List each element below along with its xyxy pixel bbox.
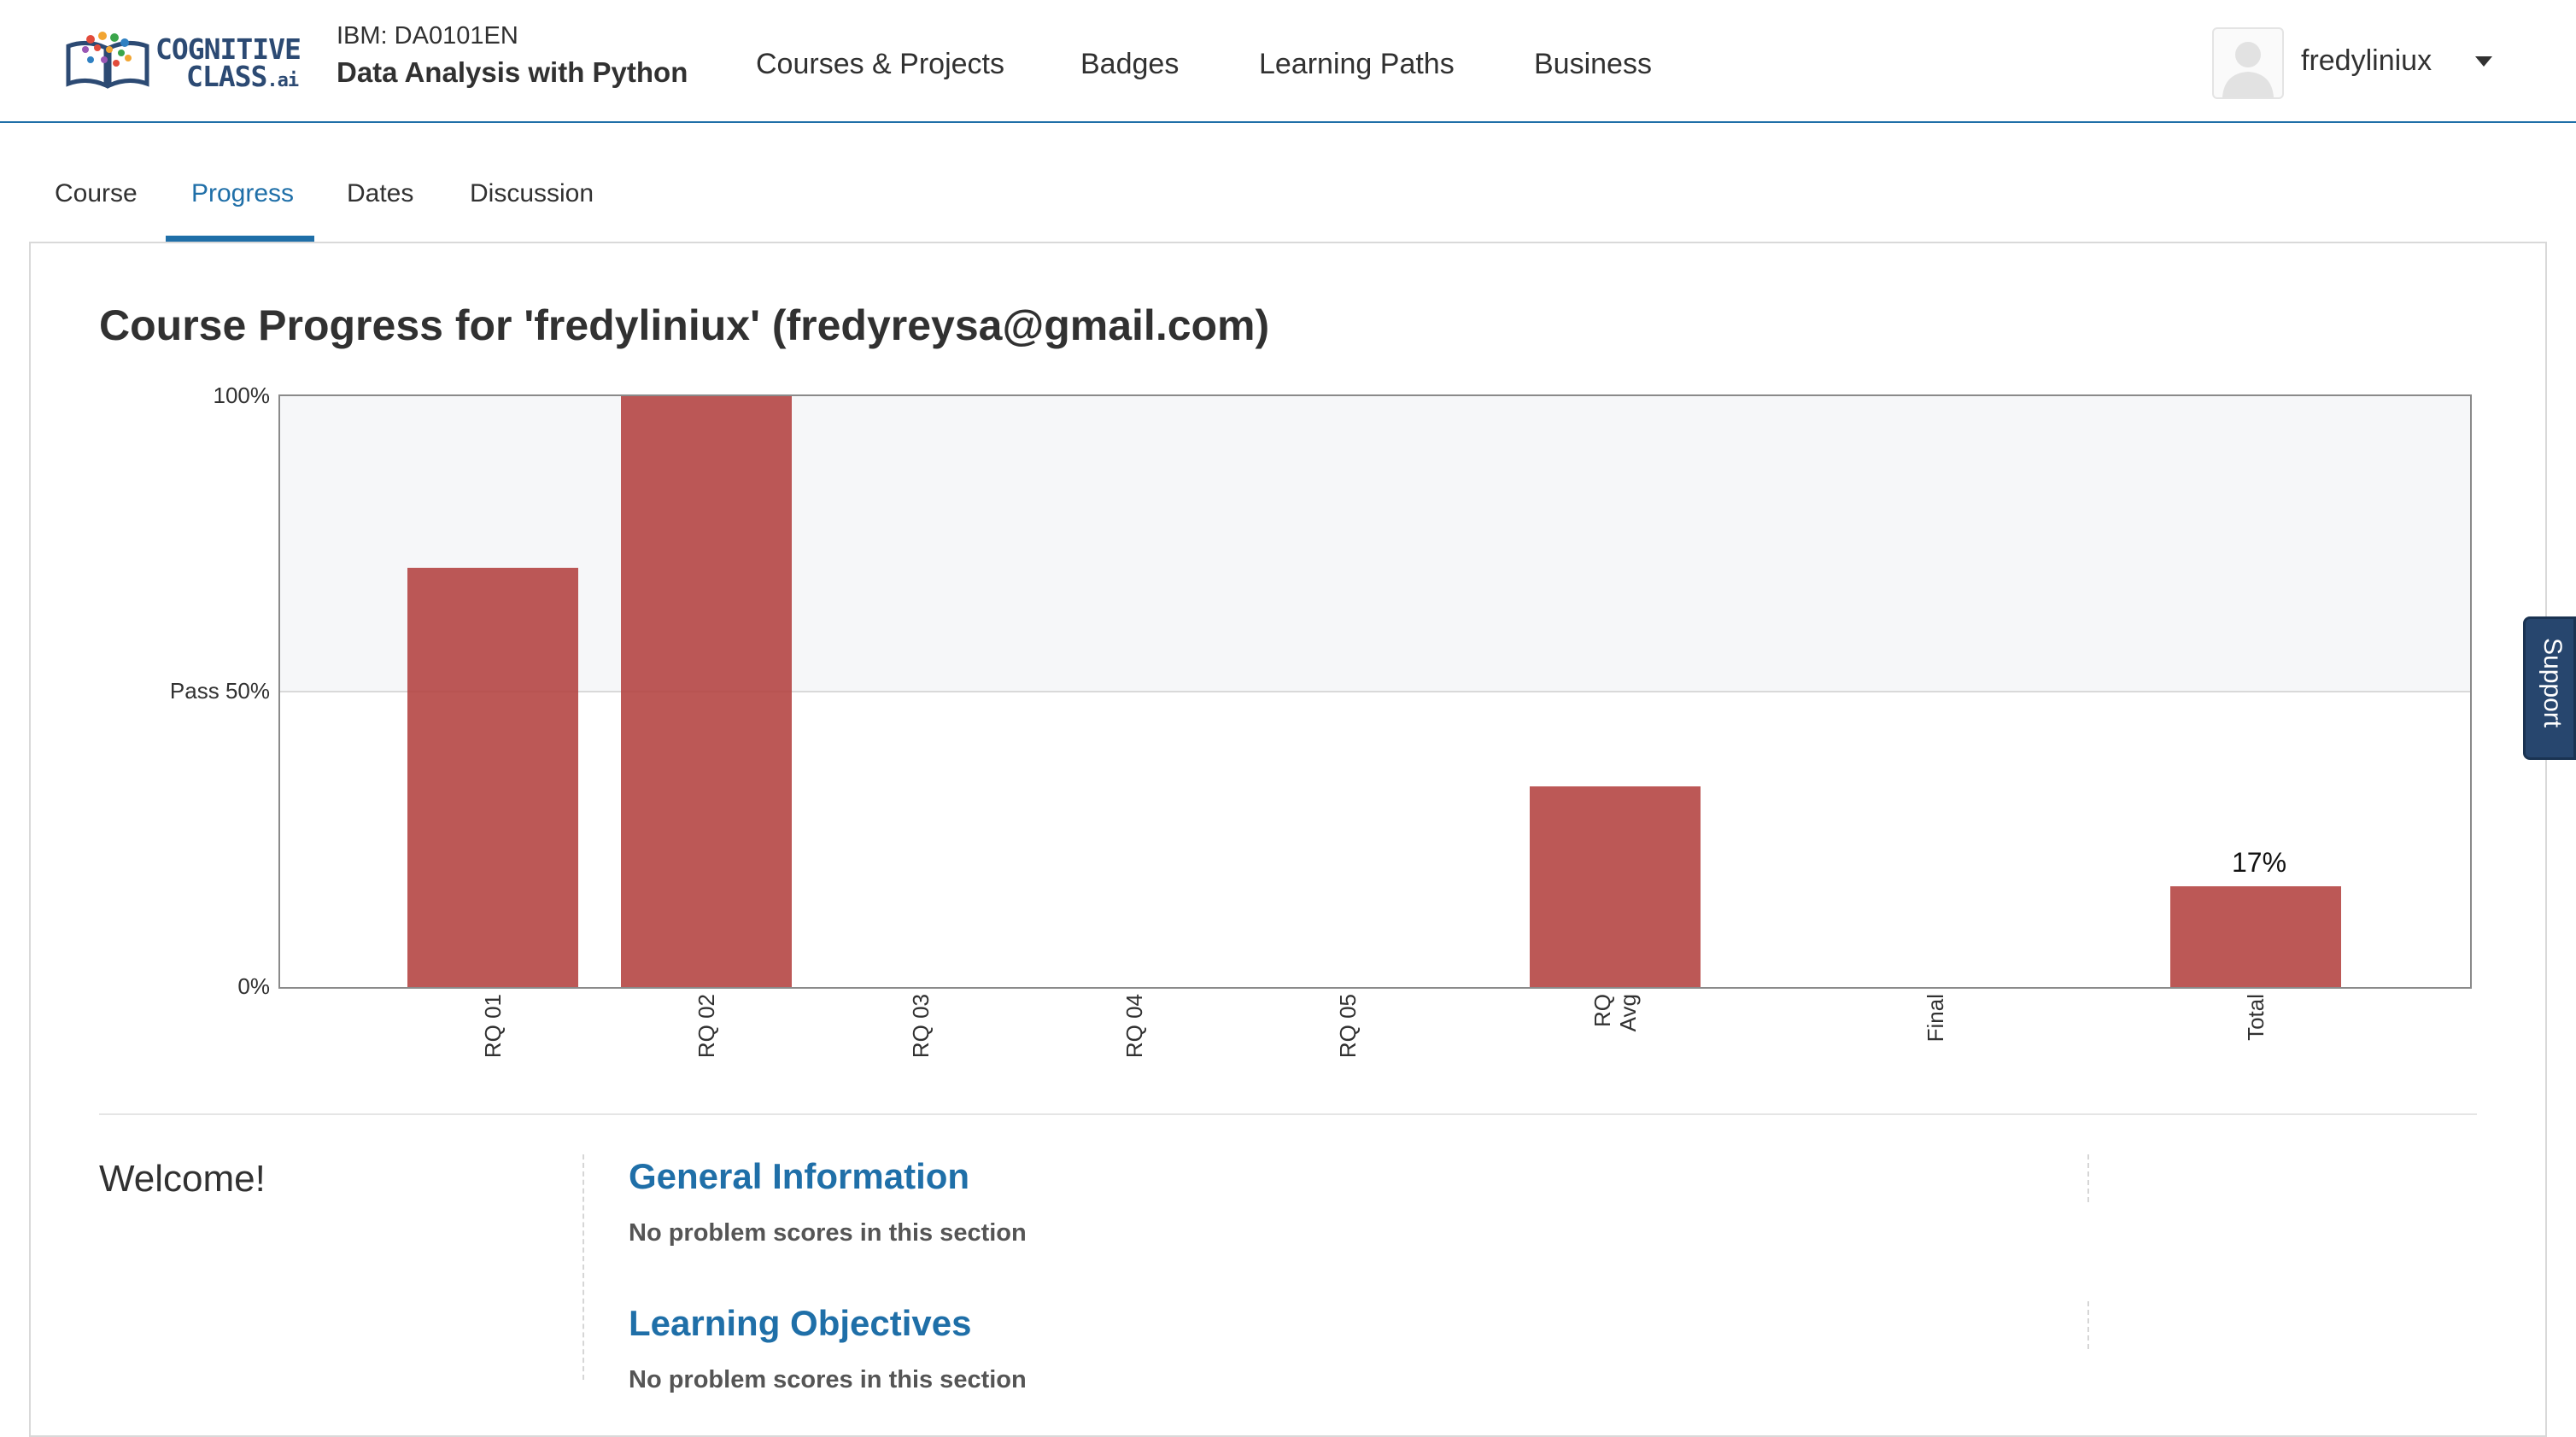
x-tick-label: RQ 05 bbox=[1335, 994, 1361, 1059]
section-title-learning-objectives[interactable]: Learning Objectives bbox=[629, 1303, 971, 1344]
nav-business[interactable]: Business bbox=[1534, 48, 1652, 81]
chart-bar bbox=[1530, 786, 1701, 987]
chart-bar bbox=[2170, 886, 2341, 987]
user-silhouette-icon bbox=[2222, 42, 2274, 97]
chevron-down-icon[interactable] bbox=[2475, 56, 2492, 67]
section-note: No problem scores in this section bbox=[629, 1219, 1027, 1247]
x-tick-label: Final bbox=[1923, 994, 1948, 1043]
logo-wordmark: COGNITIVE CLASS.ai bbox=[155, 35, 302, 95]
cognitive-class-logo[interactable]: COGNITIVE CLASS.ai bbox=[65, 31, 302, 95]
chart-pass-band bbox=[280, 396, 2470, 692]
tab-course[interactable]: Course bbox=[55, 179, 138, 208]
tab-discussion[interactable]: Discussion bbox=[470, 179, 594, 208]
tab-progress[interactable]: Progress bbox=[191, 179, 294, 208]
section-right-border-2 bbox=[2087, 1301, 2089, 1349]
avatar[interactable] bbox=[2212, 27, 2284, 99]
bar-value-label: 17% bbox=[2231, 847, 2287, 879]
course-name: Data Analysis with Python bbox=[337, 56, 688, 88]
pass-gridline bbox=[280, 691, 2470, 692]
section-title-general-information[interactable]: General Information bbox=[629, 1156, 969, 1197]
nav-badges[interactable]: Badges bbox=[1080, 48, 1179, 81]
x-tick-label: Total bbox=[2243, 994, 2269, 1041]
logo-line2: CLASS bbox=[186, 60, 267, 93]
support-label: Support bbox=[2538, 638, 2567, 728]
x-tick-label: RQ Avg bbox=[1590, 994, 1641, 1032]
logo-suffix: .ai bbox=[266, 70, 299, 91]
y-tick-label: Pass 50% bbox=[169, 678, 270, 704]
x-tick-label: RQ 02 bbox=[694, 994, 719, 1059]
course-code: IBM: DA0101EN bbox=[337, 22, 518, 50]
section-left-border bbox=[583, 1154, 584, 1380]
nav-learning-paths[interactable]: Learning Paths bbox=[1259, 48, 1455, 81]
chart-bar bbox=[621, 396, 792, 987]
book-icon bbox=[66, 32, 149, 89]
chart-bar bbox=[407, 567, 578, 987]
support-button[interactable]: Support bbox=[2523, 616, 2576, 760]
x-tick-label: RQ 04 bbox=[1121, 994, 1147, 1059]
y-tick-label: 0% bbox=[237, 973, 270, 999]
x-tick-label: RQ 01 bbox=[480, 994, 506, 1059]
tab-dates[interactable]: Dates bbox=[347, 179, 413, 208]
page-title: Course Progress for 'fredyliniux' (fredy… bbox=[99, 301, 1270, 349]
section-right-border-1 bbox=[2087, 1154, 2089, 1202]
y-tick-label: 100% bbox=[213, 383, 271, 408]
section-note: No problem scores in this section bbox=[629, 1366, 1027, 1393]
site-header: COGNITIVE CLASS.ai IBM: DA0101EN Data An… bbox=[0, 0, 2576, 123]
active-tab-indicator bbox=[166, 236, 314, 242]
username[interactable]: fredyliniux bbox=[2301, 44, 2432, 78]
x-tick-label: RQ 03 bbox=[908, 994, 934, 1059]
welcome-heading: Welcome! bbox=[99, 1158, 266, 1200]
section-divider bbox=[99, 1113, 2477, 1115]
nav-courses-projects[interactable]: Courses & Projects bbox=[756, 48, 1004, 81]
